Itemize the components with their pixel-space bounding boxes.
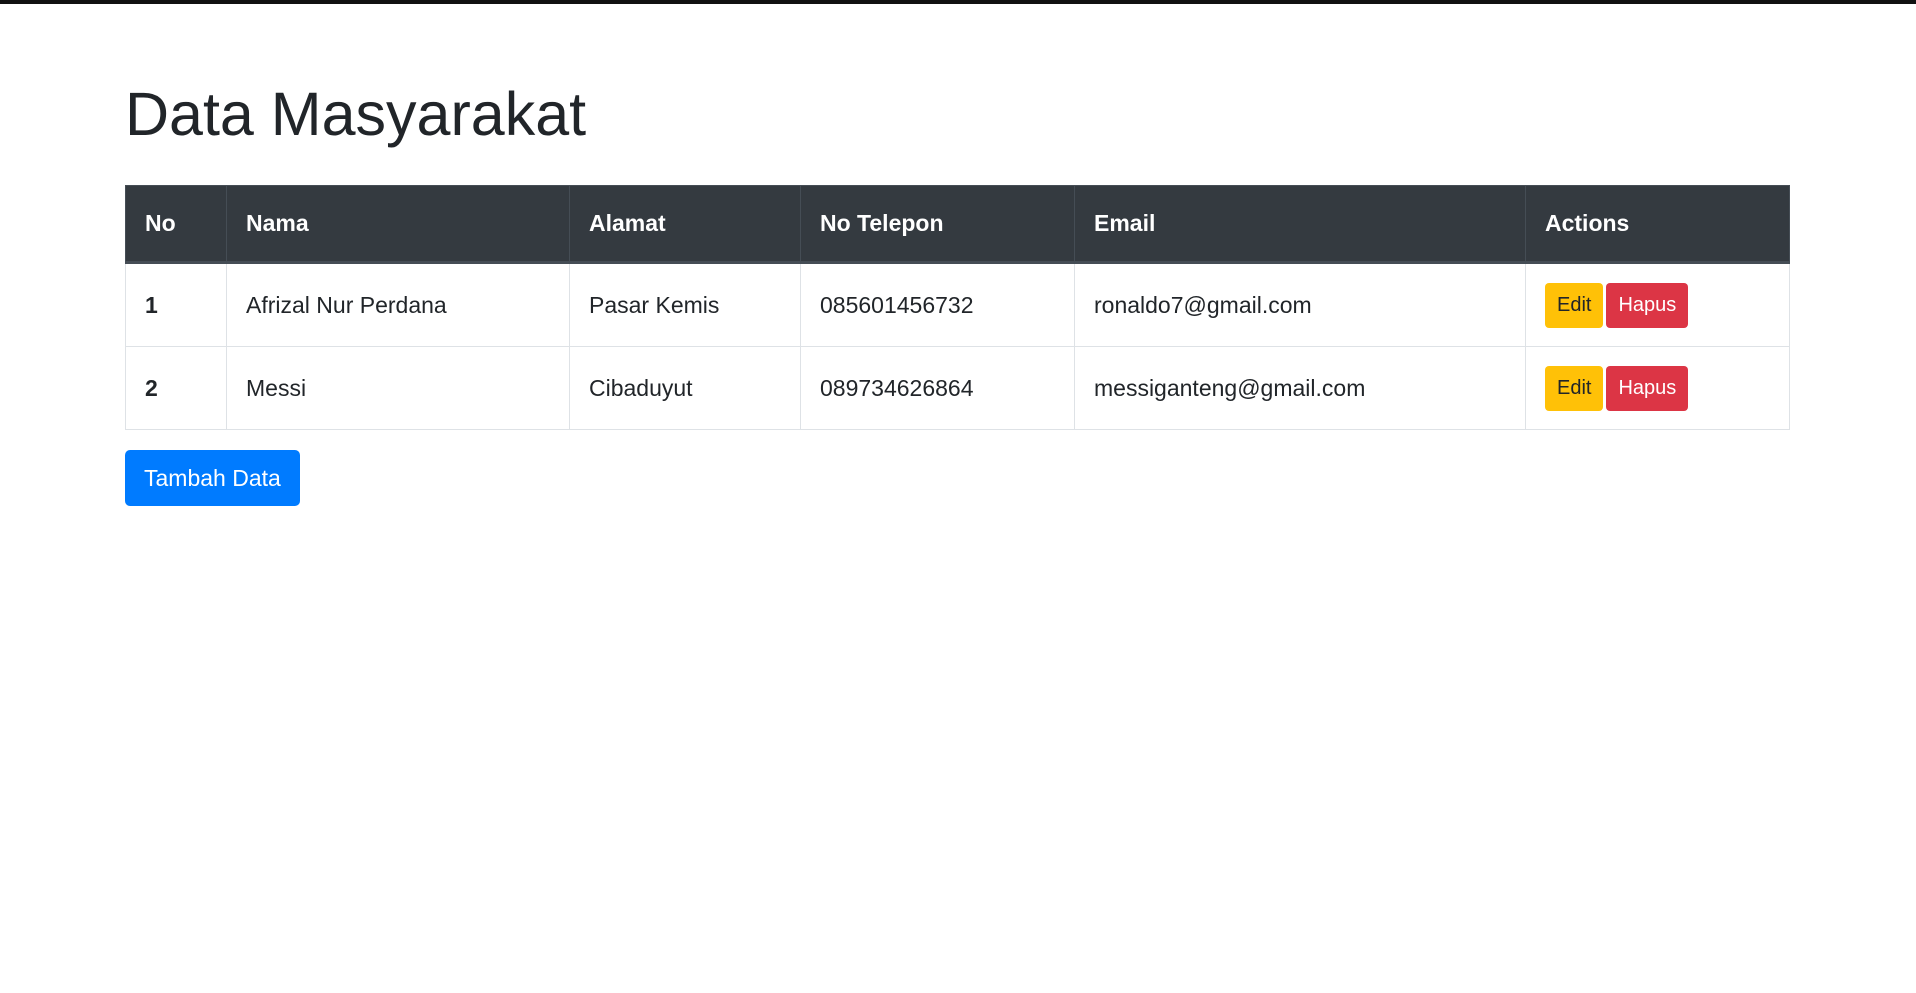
cell-no: 1 (125, 262, 227, 347)
add-data-button[interactable]: Tambah Data (125, 450, 300, 506)
window-top-border (0, 0, 1916, 4)
cell-actions: Edit Hapus (1525, 262, 1790, 347)
cell-alamat: Pasar Kemis (569, 262, 801, 347)
cell-telepon: 089734626864 (800, 346, 1075, 430)
cell-email: messiganteng@gmail.com (1074, 346, 1526, 430)
delete-button[interactable]: Hapus (1606, 282, 1689, 328)
table-row: 1 Afrizal Nur Perdana Pasar Kemis 085601… (125, 262, 1790, 347)
column-header-nama: Nama (226, 185, 570, 264)
cell-telepon: 085601456732 (800, 262, 1075, 347)
cell-actions: Edit Hapus (1525, 346, 1790, 430)
table-header-row: No Nama Alamat No Telepon Email Actions (125, 185, 1790, 264)
column-header-email: Email (1074, 185, 1526, 264)
column-header-no: No (125, 185, 227, 264)
cell-nama: Messi (226, 346, 570, 430)
edit-button[interactable]: Edit (1545, 282, 1604, 328)
table-row: 2 Messi Cibaduyut 089734626864 messigant… (125, 346, 1790, 430)
data-table: No Nama Alamat No Telepon Email Actions … (125, 185, 1790, 430)
column-header-no-telepon: No Telepon (800, 185, 1075, 264)
page-title: Data Masyarakat (125, 80, 587, 148)
column-header-actions: Actions (1525, 185, 1790, 264)
cell-email: ronaldo7@gmail.com (1074, 262, 1526, 347)
delete-button[interactable]: Hapus (1606, 365, 1689, 411)
cell-alamat: Cibaduyut (569, 346, 801, 430)
table-body: 1 Afrizal Nur Perdana Pasar Kemis 085601… (125, 262, 1790, 430)
cell-no: 2 (125, 346, 227, 430)
edit-button[interactable]: Edit (1545, 365, 1604, 411)
column-header-alamat: Alamat (569, 185, 801, 264)
cell-nama: Afrizal Nur Perdana (226, 262, 570, 347)
table-header: No Nama Alamat No Telepon Email Actions (125, 185, 1790, 264)
